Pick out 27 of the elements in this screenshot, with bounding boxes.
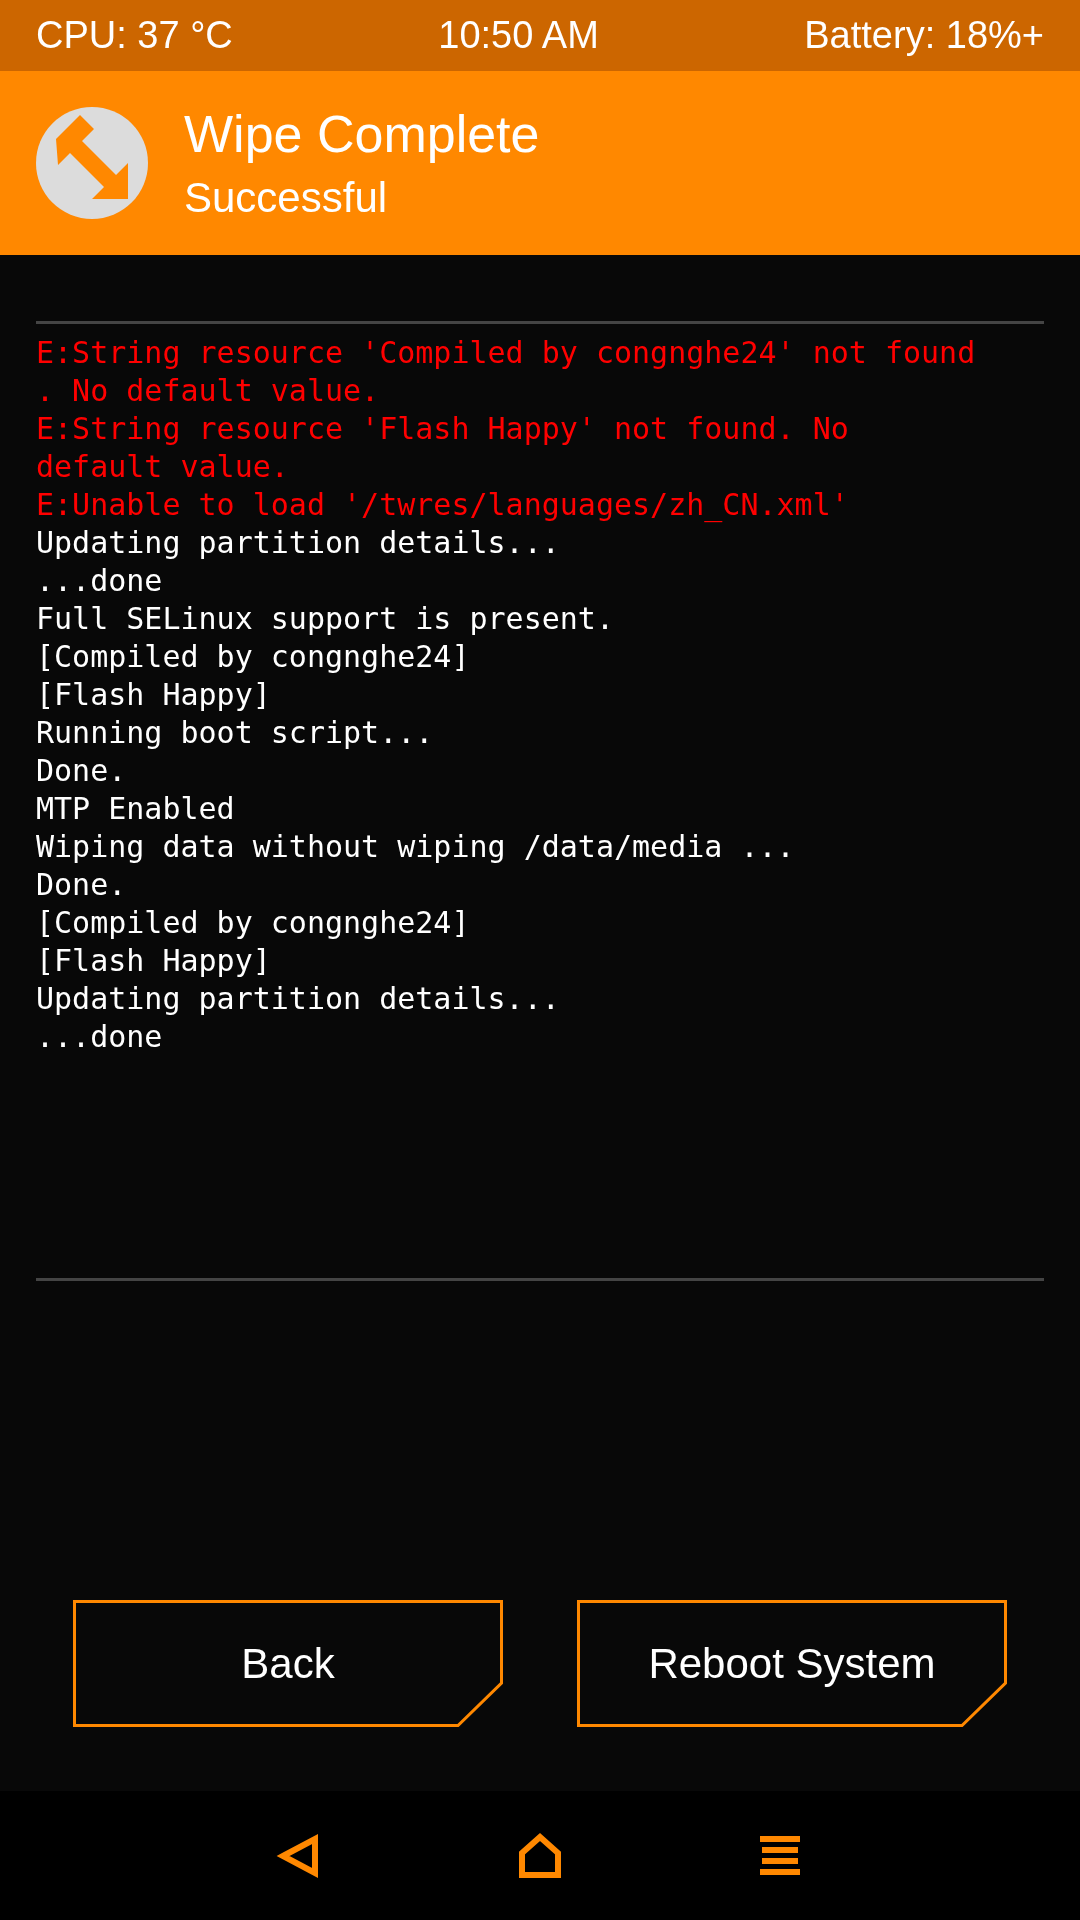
console-line: E:Unable to load '/twres/languages/zh_CN.xml': [36, 486, 850, 524]
action-button[interactable]: Back: [73, 1600, 503, 1727]
console-line: ...done: [36, 562, 164, 600]
console-line: Running boot script...: [36, 714, 435, 752]
cpu-temperature: CPU: 37 °C: [36, 14, 233, 57]
console-line: Updating partition details...: [36, 980, 561, 1018]
header-subtitle: Successful: [184, 174, 389, 222]
console-line: MTP Enabled: [36, 790, 236, 828]
console-line: Done.: [36, 866, 128, 904]
console-line: [Flash Happy]: [36, 942, 272, 980]
console-line: E:String resource 'Flash Happy' not found. No: [36, 410, 850, 448]
console-line: Full SELinux support is present.: [36, 600, 615, 638]
console-line: ...done: [36, 1018, 164, 1056]
console-line: [Flash Happy]: [36, 676, 272, 714]
console-line: [Compiled by congnghe24]: [36, 904, 471, 942]
console-line: . No default value.: [36, 372, 381, 410]
console-line: Updating partition details...: [36, 524, 561, 562]
battery-level: Battery: 18%+: [804, 14, 1044, 57]
console-line: Done.: [36, 752, 128, 790]
console-line: Wiping data without wiping /data/media ...: [36, 828, 796, 866]
logo-icon: [36, 107, 148, 219]
console-line: [Compiled by congnghe24]: [36, 638, 471, 676]
action-button[interactable]: Reboot System: [577, 1600, 1007, 1727]
header-title: Wipe Complete: [184, 104, 540, 164]
console-line: E:String resource 'Compiled by congnghe24' not found: [36, 334, 977, 372]
clock: 10:50 AM: [438, 14, 599, 57]
console-line: default value.: [36, 448, 290, 486]
